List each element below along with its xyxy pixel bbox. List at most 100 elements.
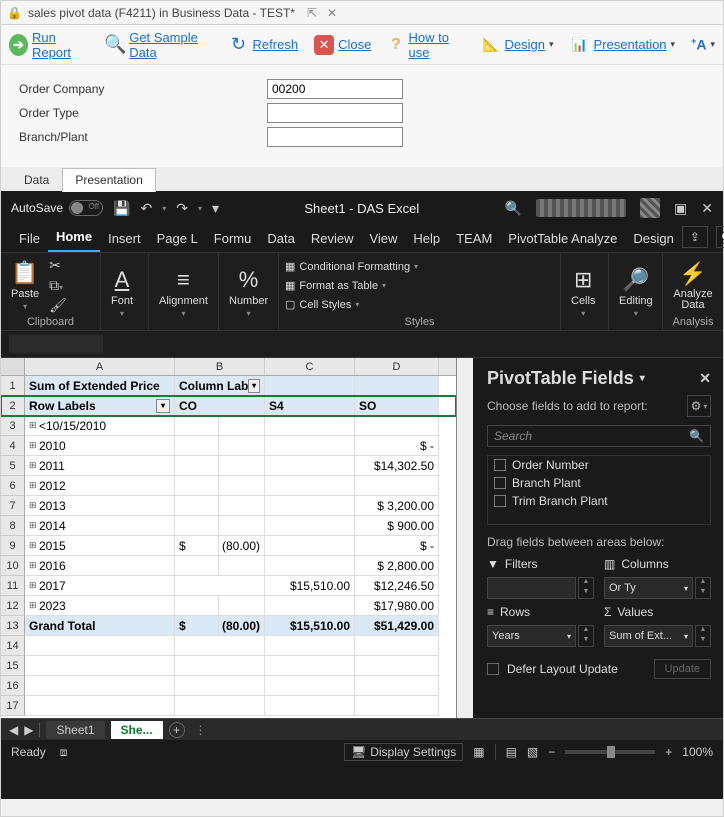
ribbon-tab-view[interactable]: View: [361, 225, 405, 252]
rows-area-box[interactable]: Years▾: [487, 625, 576, 647]
close-excel-icon[interactable]: ✕: [701, 200, 713, 217]
autosave-toggle[interactable]: AutoSave Off: [11, 200, 103, 216]
col-header-c[interactable]: C: [265, 358, 355, 375]
order-type-input[interactable]: [267, 103, 403, 123]
editing-dropdown[interactable]: 🔎Editing▾: [615, 267, 657, 318]
expand-icon[interactable]: ⊞: [29, 560, 39, 571]
cell[interactable]: ⊞2010: [25, 436, 175, 456]
order-company-input[interactable]: [267, 79, 403, 99]
qa-custom-icon[interactable]: ▾: [212, 200, 219, 217]
cell-a1[interactable]: Sum of Extended Price: [25, 376, 175, 396]
pivot-field-item[interactable]: Branch Plant: [488, 474, 710, 492]
undo-icon[interactable]: ↶: [140, 200, 152, 217]
cell-b2[interactable]: CO: [175, 396, 265, 416]
add-sheet-icon[interactable]: +: [169, 722, 185, 738]
close-button[interactable]: ✕ Close: [314, 35, 371, 55]
refresh-button[interactable]: ↻ Refresh: [229, 35, 299, 55]
cell-a2[interactable]: Row Labels▾: [25, 396, 175, 416]
close-pane-icon[interactable]: ✕: [699, 370, 711, 387]
ribbon-tab-pivot-analyze[interactable]: PivotTable Analyze: [500, 225, 625, 252]
expand-icon[interactable]: ⊞: [29, 460, 39, 471]
ribbon-tab-data[interactable]: Data: [259, 225, 302, 252]
col-header-b[interactable]: B: [175, 358, 265, 375]
pivot-field-item[interactable]: Order Number: [488, 456, 710, 474]
page-break-icon[interactable]: ▧: [527, 745, 538, 759]
sheet-nav-next[interactable]: ▶: [24, 723, 33, 737]
tab-close-icon[interactable]: ✕: [327, 6, 337, 20]
vertical-scrollbar[interactable]: [457, 358, 473, 718]
expand-icon[interactable]: ⊞: [29, 520, 39, 531]
accessibility-icon[interactable]: ⧈: [60, 745, 68, 760]
display-settings-button[interactable]: 🖥Display Settings: [344, 743, 463, 761]
window-mode-icon[interactable]: ▣: [674, 200, 687, 217]
format-painter-icon[interactable]: 🖌: [49, 297, 67, 314]
ribbon-tab-team[interactable]: TEAM: [448, 225, 500, 252]
col-header-a[interactable]: A: [25, 358, 175, 375]
row-labels-filter[interactable]: ▾: [156, 399, 170, 413]
expand-icon[interactable]: ⊞: [29, 480, 39, 491]
select-all-cell[interactable]: [1, 358, 25, 375]
pin-icon[interactable]: ⇱: [307, 6, 317, 20]
ribbon-tab-insert[interactable]: Insert: [100, 225, 149, 252]
ribbon-tab-help[interactable]: Help: [405, 225, 448, 252]
design-dropdown[interactable]: 📐 Design▾: [481, 35, 554, 55]
pivot-field-item[interactable]: Trim Branch Plant: [488, 492, 710, 510]
cut-icon[interactable]: ✂: [49, 257, 67, 274]
save-icon[interactable]: 💾: [113, 200, 130, 217]
tab-presentation[interactable]: Presentation: [62, 168, 155, 192]
cell-c1[interactable]: [265, 376, 355, 396]
ribbon-tab-formulas[interactable]: Formu: [206, 225, 260, 252]
sheet-tab-1[interactable]: Sheet1: [46, 721, 104, 739]
conditional-formatting-button[interactable]: ▦ Conditional Formatting ▾: [285, 260, 418, 273]
column-labels-filter[interactable]: ▾: [248, 379, 260, 393]
normal-view-icon[interactable]: ▦: [473, 745, 484, 759]
number-dropdown[interactable]: %Number▾: [225, 267, 272, 318]
font-dropdown[interactable]: AFont▾: [107, 267, 137, 318]
name-box[interactable]: [9, 335, 103, 353]
cell-d2[interactable]: SO: [355, 396, 439, 416]
ribbon-tab-home[interactable]: Home: [48, 223, 100, 252]
comments-icon[interactable]: 💬: [716, 226, 724, 248]
cell-c2[interactable]: S4: [265, 396, 355, 416]
ribbon-tab-file[interactable]: File: [11, 225, 48, 252]
cells-dropdown[interactable]: ⊞Cells▾: [567, 267, 599, 318]
col-header-d[interactable]: D: [355, 358, 439, 375]
cell[interactable]: ⊞2015: [25, 536, 175, 556]
pivot-search-input[interactable]: Search🔍: [487, 425, 711, 447]
alignment-dropdown[interactable]: ≡Alignment▾: [155, 267, 212, 318]
sheet-nav-prev[interactable]: ◀: [9, 723, 18, 737]
values-stepper[interactable]: ▲▼: [695, 625, 711, 647]
defer-checkbox[interactable]: [487, 663, 499, 675]
font-size-button[interactable]: +A▾: [691, 36, 715, 53]
values-area-box[interactable]: Sum of Ext...▾: [604, 625, 693, 647]
presentation-dropdown[interactable]: 📊 Presentation▾: [570, 35, 676, 55]
ribbon-tab-design[interactable]: Design: [625, 225, 681, 252]
branch-plant-input[interactable]: [267, 127, 403, 147]
pivot-caret-icon[interactable]: ▾: [640, 373, 645, 384]
cell[interactable]: ⊞2014: [25, 516, 175, 536]
zoom-slider[interactable]: [565, 750, 655, 754]
zoom-out-icon[interactable]: −: [548, 745, 555, 759]
update-button[interactable]: Update: [654, 659, 711, 679]
sheet-tab-2[interactable]: She...: [111, 721, 163, 739]
expand-icon[interactable]: ⊞: [29, 600, 39, 611]
gear-icon[interactable]: ⚙▾: [687, 395, 711, 417]
filters-stepper[interactable]: ▲▼: [578, 577, 594, 599]
pivot-field-list[interactable]: Order Number Branch Plant Trim Branch Pl…: [487, 455, 711, 525]
run-report-button[interactable]: ➔ Run Report: [9, 30, 89, 60]
search-icon[interactable]: 🔍: [505, 200, 522, 217]
zoom-in-icon[interactable]: +: [665, 745, 672, 759]
cell-d1[interactable]: [355, 376, 439, 396]
cell[interactable]: ⊞2013: [25, 496, 175, 516]
columns-stepper[interactable]: ▲▼: [695, 577, 711, 599]
how-to-use-button[interactable]: ? How to use: [387, 30, 464, 60]
expand-icon[interactable]: ⊞: [29, 420, 39, 431]
cell-b1[interactable]: Column Lab▾: [175, 376, 265, 396]
analyze-data-button[interactable]: ⚡Analyze Data: [669, 261, 717, 311]
copy-icon[interactable]: ⧉▾: [49, 277, 67, 294]
ribbon-tab-review[interactable]: Review: [303, 225, 362, 252]
cell[interactable]: ⊞2016: [25, 556, 175, 576]
zoom-percent[interactable]: 100%: [682, 745, 713, 759]
redo-icon[interactable]: ↷: [176, 200, 188, 217]
rows-stepper[interactable]: ▲▼: [578, 625, 594, 647]
